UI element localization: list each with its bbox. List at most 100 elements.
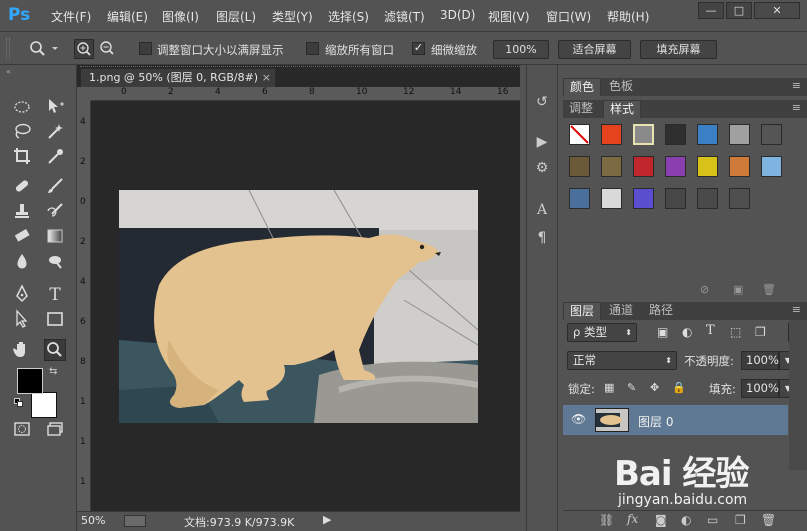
tab-color[interactable]: 颜色 bbox=[563, 78, 602, 96]
gradient-tool[interactable] bbox=[44, 226, 66, 248]
fill-input[interactable]: 100% bbox=[741, 379, 779, 398]
delete-layer-icon[interactable]: 🗑 bbox=[761, 513, 776, 527]
marquee-tool[interactable] bbox=[11, 96, 33, 118]
layer-filter-select[interactable]: ρ 类型 ⬍ bbox=[567, 323, 637, 342]
status-menu-arrow-icon[interactable]: ▶ bbox=[323, 513, 331, 526]
lock-transparent-icon[interactable]: ▦ bbox=[604, 381, 614, 394]
paragraph-panel-icon[interactable]: ¶ bbox=[533, 230, 551, 248]
status-share-icon[interactable] bbox=[124, 515, 146, 527]
menu-view[interactable]: 视图(V) bbox=[488, 8, 530, 25]
style-swatch[interactable] bbox=[761, 156, 782, 177]
resize-windows-checkbox[interactable] bbox=[139, 42, 152, 55]
history-brush-tool[interactable] bbox=[44, 201, 66, 223]
quick-selection-tool[interactable] bbox=[44, 121, 66, 143]
character-panel-icon[interactable]: A bbox=[533, 202, 551, 220]
tab-layers[interactable]: 图层 bbox=[563, 302, 602, 320]
style-swatch[interactable] bbox=[729, 188, 750, 209]
tab-styles[interactable]: 样式 bbox=[603, 100, 642, 118]
eyedropper-tool[interactable] bbox=[44, 146, 66, 168]
style-swatch[interactable] bbox=[665, 124, 686, 145]
screen-mode-button[interactable] bbox=[44, 419, 66, 441]
tools-collapse-arrows[interactable]: « bbox=[6, 68, 72, 76]
style-swatch[interactable] bbox=[601, 124, 622, 145]
new-style-icon[interactable]: ▣ bbox=[733, 283, 743, 296]
close-tab-icon[interactable]: × bbox=[262, 69, 271, 87]
style-swatch[interactable] bbox=[633, 156, 654, 177]
blur-tool[interactable] bbox=[11, 251, 33, 273]
tool-preset-picker[interactable] bbox=[28, 39, 58, 59]
healing-brush-tool[interactable] bbox=[11, 176, 33, 198]
layer-name[interactable]: 图层 0 bbox=[638, 413, 673, 430]
style-swatch[interactable] bbox=[697, 188, 718, 209]
style-swatch[interactable] bbox=[665, 156, 686, 177]
menu-image[interactable]: 图像(I) bbox=[162, 8, 199, 25]
ruler-origin[interactable] bbox=[77, 87, 91, 101]
menu-edit[interactable]: 编辑(E) bbox=[107, 8, 148, 25]
zoom-level-readout[interactable]: 50% bbox=[81, 514, 105, 527]
minimize-button[interactable]: — bbox=[698, 2, 724, 19]
style-swatch[interactable] bbox=[665, 188, 686, 209]
filter-adjustment-icon[interactable]: ◐ bbox=[682, 325, 692, 339]
zoom-out-button[interactable] bbox=[98, 39, 118, 59]
clear-style-icon[interactable]: ⊘ bbox=[700, 283, 709, 296]
menu-layer[interactable]: 图层(L) bbox=[216, 8, 256, 25]
new-group-icon[interactable]: ▭ bbox=[707, 513, 718, 527]
horizontal-ruler[interactable]: 0 2 4 6 8 10 12 14 16 bbox=[91, 87, 520, 101]
new-layer-icon[interactable]: ❐ bbox=[735, 513, 746, 527]
lock-all-icon[interactable]: 🔒 bbox=[672, 381, 686, 394]
visibility-eye-icon[interactable]: 👁 bbox=[571, 412, 586, 426]
style-swatch[interactable] bbox=[633, 188, 654, 209]
menu-file[interactable]: 文件(F) bbox=[51, 8, 91, 25]
style-swatch[interactable] bbox=[601, 188, 622, 209]
layer-row[interactable]: 👁 图层 0 bbox=[563, 405, 788, 435]
history-panel-icon[interactable]: ↺ bbox=[533, 94, 551, 112]
filter-shape-icon[interactable]: ⬚ bbox=[730, 325, 741, 339]
style-swatch[interactable] bbox=[729, 124, 750, 145]
style-swatch[interactable] bbox=[697, 156, 718, 177]
menu-window[interactable]: 窗口(W) bbox=[546, 8, 591, 25]
lock-position-icon[interactable]: ✥ bbox=[650, 381, 659, 394]
menu-type[interactable]: 类型(Y) bbox=[272, 8, 313, 25]
rectangle-tool[interactable] bbox=[44, 309, 66, 331]
zoom-tool[interactable] bbox=[44, 339, 66, 361]
delete-style-icon[interactable]: 🗑 bbox=[762, 283, 776, 296]
panel-menu-icon[interactable]: ≡ bbox=[792, 101, 801, 114]
blend-mode-select[interactable]: 正常 ⬍ bbox=[567, 351, 677, 370]
brush-tool[interactable] bbox=[44, 176, 66, 198]
background-color-swatch[interactable] bbox=[31, 392, 57, 418]
zoom-in-button[interactable] bbox=[74, 39, 94, 59]
maximize-button[interactable]: □ bbox=[726, 2, 752, 19]
vertical-ruler[interactable]: 4 2 0 2 4 6 8 1 1 1 bbox=[77, 101, 91, 511]
layers-scrollbar[interactable] bbox=[789, 320, 807, 470]
swap-colors-icon[interactable]: ⇆ bbox=[49, 366, 61, 378]
pen-tool[interactable] bbox=[11, 284, 33, 306]
menu-help[interactable]: 帮助(H) bbox=[607, 8, 649, 25]
filter-type-icon[interactable]: T bbox=[706, 323, 715, 338]
crop-tool[interactable] bbox=[11, 146, 33, 168]
document-image[interactable] bbox=[119, 190, 478, 423]
fit-screen-button[interactable]: 适合屏幕 bbox=[558, 40, 631, 59]
menu-3d[interactable]: 3D(D) bbox=[440, 8, 475, 22]
default-colors-icon[interactable] bbox=[14, 398, 24, 408]
filter-pixel-icon[interactable]: ▣ bbox=[657, 325, 668, 339]
grip-handle[interactable] bbox=[6, 38, 10, 60]
foreground-color-swatch[interactable] bbox=[17, 368, 43, 394]
style-swatch[interactable] bbox=[569, 156, 590, 177]
tab-channels[interactable]: 通道 bbox=[603, 302, 639, 320]
eraser-tool[interactable] bbox=[11, 226, 33, 248]
properties-panel-icon[interactable]: ⚙ bbox=[533, 160, 551, 178]
actual-pixels-button[interactable]: 100% bbox=[493, 40, 549, 59]
lasso-tool[interactable] bbox=[11, 121, 33, 143]
move-tool[interactable] bbox=[44, 96, 66, 118]
style-swatch[interactable] bbox=[569, 188, 590, 209]
style-swatch[interactable] bbox=[601, 156, 622, 177]
clone-stamp-tool[interactable] bbox=[11, 201, 33, 223]
menu-select[interactable]: 选择(S) bbox=[328, 8, 369, 25]
filter-smart-object-icon[interactable]: ❐ bbox=[755, 325, 766, 339]
tab-paths[interactable]: 路径 bbox=[643, 302, 679, 320]
opacity-input[interactable]: 100% bbox=[741, 351, 779, 370]
document-tab[interactable]: 1.png @ 50% (图层 0, RGB/8#) × bbox=[80, 68, 276, 87]
panel-menu-icon[interactable]: ≡ bbox=[792, 79, 801, 92]
link-layers-icon[interactable]: ⛓ bbox=[599, 513, 614, 527]
quick-mask-button[interactable] bbox=[11, 419, 33, 441]
